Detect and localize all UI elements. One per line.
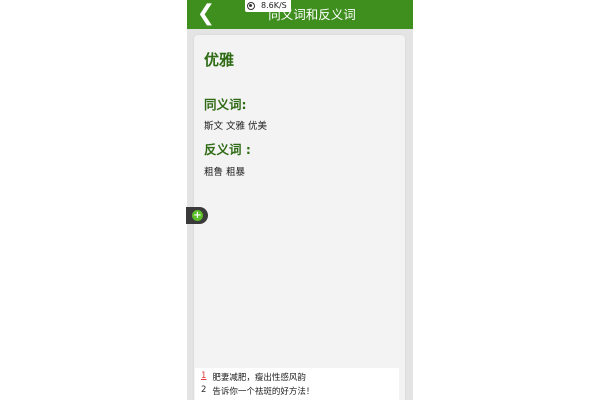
plus-icon: + [192,210,203,221]
antonyms-list: 粗鲁 粗暴 [204,167,246,178]
page-title: 同义词和反义词 [268,7,356,22]
phone-screen: ❮ 8.6K/S 同义词和反义词 优雅 同义词: 斯文 文雅 优美 反义词 : … [187,0,413,400]
ad-number: 2 [201,385,207,395]
ad-link-2[interactable]: 2 告诉你一个祛斑的好方法！ [201,385,314,397]
ad-number: 1 [201,371,207,381]
chevron-left-icon: ❮ [196,1,216,26]
app-header: ❮ 8.6K/S 同义词和反义词 [187,0,413,29]
ad-link-1[interactable]: 1 肥妻减肥，瘦出性感风韵 [201,371,306,383]
word-card: 优雅 同义词: 斯文 文雅 优美 反义词 : 粗鲁 粗暴 [194,35,405,400]
synonyms-heading: 同义词: [204,97,247,112]
ad-text: 肥妻减肥，瘦出性感风韵 [212,373,306,383]
antonyms-heading: 反义词 : [204,142,251,157]
floating-add-button[interactable]: + [186,207,208,224]
ad-banner: 1 肥妻减肥，瘦出性感风韵 2 告诉你一个祛斑的好方法！ [195,368,399,400]
back-button[interactable]: ❮ [193,2,219,28]
ad-text: 告诉你一个祛斑的好方法！ [212,387,315,397]
word-title: 优雅 [204,51,235,69]
synonyms-list: 斯文 文雅 优美 [204,121,268,132]
